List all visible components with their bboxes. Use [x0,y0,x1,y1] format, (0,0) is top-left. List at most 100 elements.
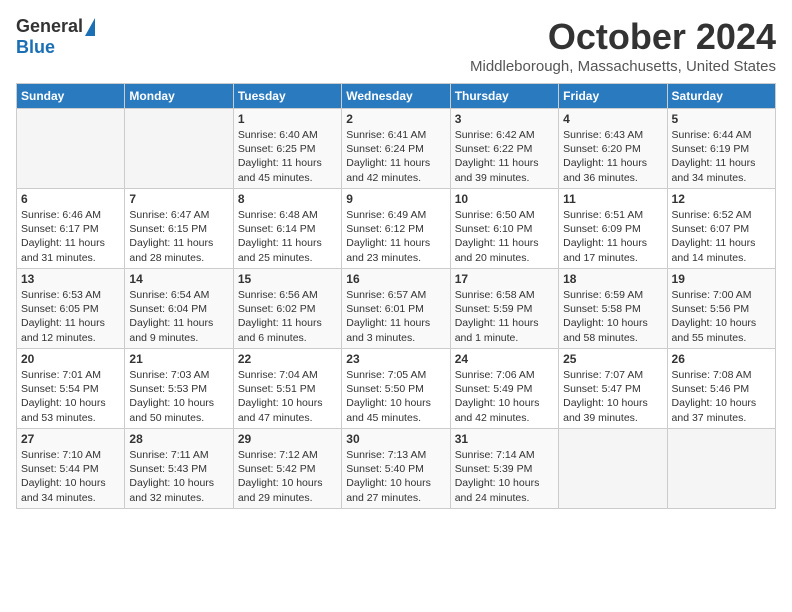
calendar-cell [667,429,775,509]
calendar-cell: 20 Sunrise: 7:01 AM Sunset: 5:54 PM Dayli… [17,349,125,429]
calendar-cell: 13 Sunrise: 6:53 AM Sunset: 6:05 PM Dayli… [17,269,125,349]
day-number: 11 [563,192,662,206]
calendar-cell: 23 Sunrise: 7:05 AM Sunset: 5:50 PM Dayli… [342,349,450,429]
day-number: 20 [21,352,120,366]
calendar-cell: 9Sunrise: 6:49 AM Sunset: 6:12 PM Daylig… [342,189,450,269]
day-info: Sunrise: 7:04 AM Sunset: 5:51 PM Dayligh… [238,368,337,425]
day-number: 17 [455,272,554,286]
calendar-cell: 10 Sunrise: 6:50 AM Sunset: 6:10 PM Dayli… [450,189,558,269]
calendar-cell: 22Sunrise: 7:04 AM Sunset: 5:51 PM Dayli… [233,349,341,429]
day-number: 31 [455,432,554,446]
day-info: Sunrise: 6:46 AM Sunset: 6:17 PM Dayligh… [21,208,120,265]
day-number: 8 [238,192,337,206]
day-number: 4 [563,112,662,126]
day-number: 28 [129,432,228,446]
calendar-cell: 11 Sunrise: 6:51 AM Sunset: 6:09 PM Dayli… [559,189,667,269]
day-info: Sunrise: 6:42 AM Sunset: 6:22 PM Dayligh… [455,128,554,185]
calendar-cell: 28Sunrise: 7:11 AM Sunset: 5:43 PM Dayli… [125,429,233,509]
day-number: 2 [346,112,445,126]
day-info: Sunrise: 6:58 AM Sunset: 5:59 PM Dayligh… [455,288,554,345]
day-number: 13 [21,272,120,286]
calendar-cell: 27 Sunrise: 7:10 AM Sunset: 5:44 PM Dayli… [17,429,125,509]
day-info: Sunrise: 6:47 AM Sunset: 6:15 PM Dayligh… [129,208,228,265]
day-info: Sunrise: 6:56 AM Sunset: 6:02 PM Dayligh… [238,288,337,345]
calendar-cell: 14 Sunrise: 6:54 AM Sunset: 6:04 PM Dayli… [125,269,233,349]
logo-general-text: General [16,16,83,37]
calendar-cell: 31 Sunrise: 7:14 AM Sunset: 5:39 PM Dayli… [450,429,558,509]
header-wednesday: Wednesday [342,84,450,109]
day-info: Sunrise: 7:12 AM Sunset: 5:42 PM Dayligh… [238,448,337,505]
day-info: Sunrise: 6:51 AM Sunset: 6:09 PM Dayligh… [563,208,662,265]
day-info: Sunrise: 6:48 AM Sunset: 6:14 PM Dayligh… [238,208,337,265]
day-info: Sunrise: 7:01 AM Sunset: 5:54 PM Dayligh… [21,368,120,425]
day-info: Sunrise: 6:59 AM Sunset: 5:58 PM Dayligh… [563,288,662,345]
calendar-header-row: SundayMondayTuesdayWednesdayThursdayFrid… [17,84,776,109]
header-saturday: Saturday [667,84,775,109]
day-info: Sunrise: 6:41 AM Sunset: 6:24 PM Dayligh… [346,128,445,185]
day-number: 6 [21,192,120,206]
day-info: Sunrise: 6:44 AM Sunset: 6:19 PM Dayligh… [672,128,771,185]
calendar-cell: 21Sunrise: 7:03 AM Sunset: 5:53 PM Dayli… [125,349,233,429]
calendar-cell: 18 Sunrise: 6:59 AM Sunset: 5:58 PM Dayli… [559,269,667,349]
calendar-cell [125,109,233,189]
day-info: Sunrise: 6:52 AM Sunset: 6:07 PM Dayligh… [672,208,771,265]
day-info: Sunrise: 7:05 AM Sunset: 5:50 PM Dayligh… [346,368,445,425]
calendar-week-4: 20 Sunrise: 7:01 AM Sunset: 5:54 PM Dayli… [17,349,776,429]
day-number: 27 [21,432,120,446]
day-number: 7 [129,192,228,206]
day-info: Sunrise: 6:53 AM Sunset: 6:05 PM Dayligh… [21,288,120,345]
day-info: Sunrise: 6:40 AM Sunset: 6:25 PM Dayligh… [238,128,337,185]
day-number: 16 [346,272,445,286]
header-tuesday: Tuesday [233,84,341,109]
calendar-cell: 8 Sunrise: 6:48 AM Sunset: 6:14 PM Daylig… [233,189,341,269]
day-info: Sunrise: 7:10 AM Sunset: 5:44 PM Dayligh… [21,448,120,505]
page-header: General Blue October 2024 Middleborough,… [16,16,776,75]
calendar-cell: 17 Sunrise: 6:58 AM Sunset: 5:59 PM Dayli… [450,269,558,349]
day-number: 12 [672,192,771,206]
calendar-week-1: 1 Sunrise: 6:40 AM Sunset: 6:25 PM Daylig… [17,109,776,189]
month-title: October 2024 [470,16,776,58]
calendar-cell: 12 Sunrise: 6:52 AM Sunset: 6:07 PM Dayli… [667,189,775,269]
day-number: 14 [129,272,228,286]
calendar-week-5: 27 Sunrise: 7:10 AM Sunset: 5:44 PM Dayli… [17,429,776,509]
day-number: 10 [455,192,554,206]
calendar-cell: 24Sunrise: 7:06 AM Sunset: 5:49 PM Dayli… [450,349,558,429]
day-info: Sunrise: 6:50 AM Sunset: 6:10 PM Dayligh… [455,208,554,265]
day-number: 23 [346,352,445,366]
day-number: 21 [129,352,228,366]
day-info: Sunrise: 7:13 AM Sunset: 5:40 PM Dayligh… [346,448,445,505]
calendar-cell: 29Sunrise: 7:12 AM Sunset: 5:42 PM Dayli… [233,429,341,509]
day-number: 25 [563,352,662,366]
day-number: 24 [455,352,554,366]
calendar-cell: 7 Sunrise: 6:47 AM Sunset: 6:15 PM Daylig… [125,189,233,269]
calendar-cell: 3Sunrise: 6:42 AM Sunset: 6:22 PM Daylig… [450,109,558,189]
day-info: Sunrise: 6:49 AM Sunset: 6:12 PM Dayligh… [346,208,445,265]
calendar-table: SundayMondayTuesdayWednesdayThursdayFrid… [16,83,776,509]
calendar-cell [559,429,667,509]
calendar-cell [17,109,125,189]
day-number: 1 [238,112,337,126]
day-info: Sunrise: 7:14 AM Sunset: 5:39 PM Dayligh… [455,448,554,505]
header-sunday: Sunday [17,84,125,109]
calendar-cell: 6 Sunrise: 6:46 AM Sunset: 6:17 PM Daylig… [17,189,125,269]
calendar-cell: 5Sunrise: 6:44 AM Sunset: 6:19 PM Daylig… [667,109,775,189]
calendar-week-2: 6 Sunrise: 6:46 AM Sunset: 6:17 PM Daylig… [17,189,776,269]
calendar-week-3: 13 Sunrise: 6:53 AM Sunset: 6:05 PM Dayli… [17,269,776,349]
day-info: Sunrise: 6:57 AM Sunset: 6:01 PM Dayligh… [346,288,445,345]
day-info: Sunrise: 7:07 AM Sunset: 5:47 PM Dayligh… [563,368,662,425]
day-info: Sunrise: 6:54 AM Sunset: 6:04 PM Dayligh… [129,288,228,345]
header-friday: Friday [559,84,667,109]
calendar-cell: 25 Sunrise: 7:07 AM Sunset: 5:47 PM Dayli… [559,349,667,429]
calendar-cell: 16 Sunrise: 6:57 AM Sunset: 6:01 PM Dayli… [342,269,450,349]
day-number: 18 [563,272,662,286]
day-number: 26 [672,352,771,366]
calendar-cell: 26 Sunrise: 7:08 AM Sunset: 5:46 PM Dayli… [667,349,775,429]
calendar-cell: 19Sunrise: 7:00 AM Sunset: 5:56 PM Dayli… [667,269,775,349]
calendar-cell: 4 Sunrise: 6:43 AM Sunset: 6:20 PM Daylig… [559,109,667,189]
day-info: Sunrise: 6:43 AM Sunset: 6:20 PM Dayligh… [563,128,662,185]
day-info: Sunrise: 7:08 AM Sunset: 5:46 PM Dayligh… [672,368,771,425]
calendar-cell: 30Sunrise: 7:13 AM Sunset: 5:40 PM Dayli… [342,429,450,509]
header-thursday: Thursday [450,84,558,109]
logo-icon [85,18,95,36]
calendar-cell: 15Sunrise: 6:56 AM Sunset: 6:02 PM Dayli… [233,269,341,349]
